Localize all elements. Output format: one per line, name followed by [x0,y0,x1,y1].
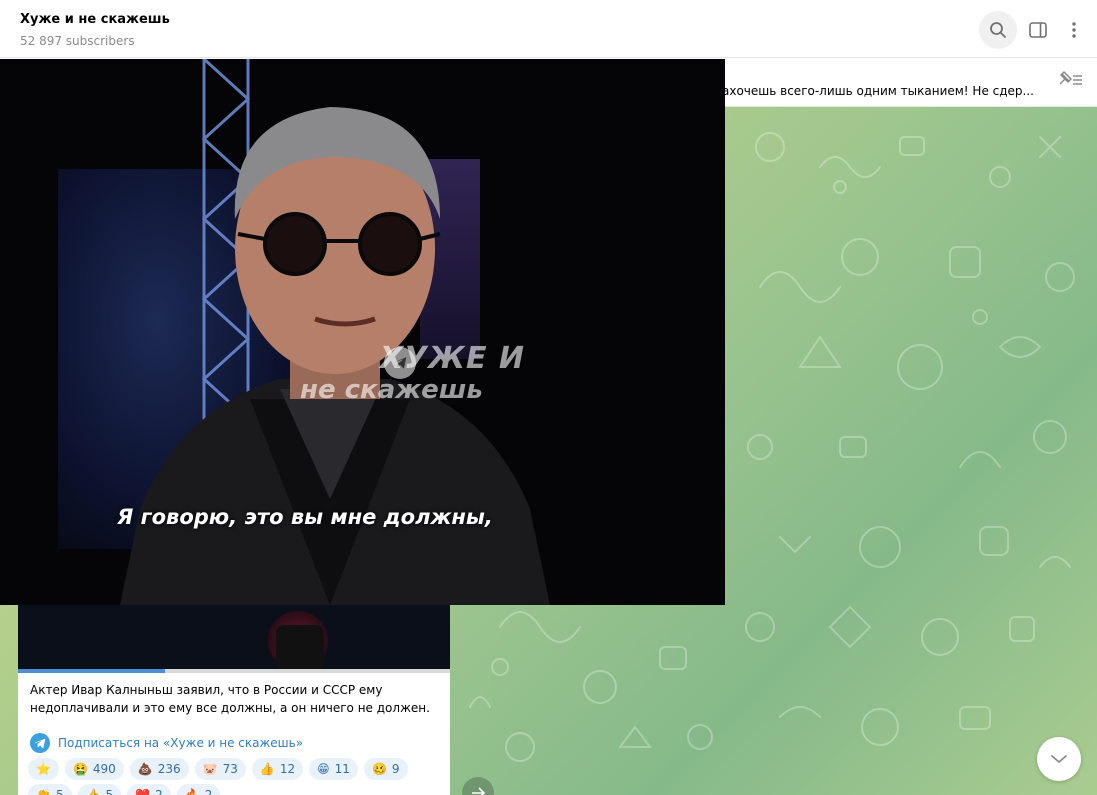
video-progress-bar[interactable] [18,669,450,673]
reaction-pill[interactable]: 😁 11 [309,758,358,780]
more-vertical-icon [1072,22,1076,38]
reaction-count: 11 [334,762,350,776]
more-button[interactable] [1055,11,1093,49]
message-text: Актер Ивар Калныньш заявил, что в России… [30,683,430,715]
reaction-count: 2 [204,788,213,795]
subscriber-count: 52 897 subscribers [20,34,135,48]
reaction-pill[interactable]: 💩 236 [129,758,189,780]
pinned-message-text[interactable]: ахочешь всего-лишь одним тыканием! Не сд… [722,84,1034,98]
reaction-pill[interactable]: 🔥 2 [176,784,221,795]
subscribe-link[interactable]: Подписаться на «Хуже и не скажешь» [30,733,303,753]
reactions-bar: ⭐ 🤮 490 💩 236 🐷 73 👍 12 😁 11 🥴 9 👏 5 👍 5 ❤️ 2 🔥 2 [28,758,448,795]
reaction-count: 2 [155,788,163,795]
reaction-count: 9 [391,762,400,776]
reaction-pill[interactable]: ⭐ [28,758,59,780]
reaction-pill[interactable]: ❤️ 2 [127,784,171,795]
reaction-count: 5 [105,788,114,795]
reaction-emoji: 👍 [85,788,101,795]
sidebar-toggle-button[interactable] [1019,11,1057,49]
reaction-emoji: 🥴 [371,762,387,776]
reaction-pill[interactable]: 🥴 9 [363,758,408,780]
reaction-emoji: ❤️ [135,788,151,795]
channel-watermark: ХУЖЕ И не скажешь [300,341,530,411]
reaction-count: 73 [222,762,238,776]
channel-title[interactable]: Хуже и не скажешь [20,12,170,27]
subscribe-link-text[interactable]: Подписаться на «Хуже и не скажешь» [58,736,303,750]
reaction-emoji: 👍 [259,762,275,776]
reaction-emoji: 💩 [137,762,153,776]
reaction-pill[interactable]: 🤮 490 [64,758,124,780]
reaction-count: 5 [55,788,64,795]
reaction-pill[interactable]: 👍 12 [251,758,304,780]
reaction-emoji: 🔥 [184,788,200,795]
reaction-emoji: 👏 [36,788,51,795]
reaction-emoji: 😁 [317,762,330,776]
message-video-thumbnail[interactable] [18,603,450,671]
reaction-emoji: 🐷 [202,762,218,776]
chat-header: Хуже и не скажешь 52 897 subscribers [0,0,1097,58]
search-button[interactable] [979,11,1017,49]
reaction-emoji: 🤮 [72,762,88,776]
reaction-count: 490 [92,762,116,776]
reaction-pill[interactable]: 👏 5 [28,784,72,795]
pinned-list-icon[interactable] [1056,70,1084,90]
reaction-pill[interactable]: 🐷 73 [194,758,246,780]
reaction-count: 236 [157,762,181,776]
watermark-line-1: ХУЖЕ И [380,341,526,376]
chevron-down-icon [1051,755,1067,763]
forward-icon [472,787,485,795]
message-card[interactable]: Актер Ивар Калныньш заявил, что в России… [18,603,450,795]
telegram-icon [30,733,50,753]
reaction-pill[interactable]: 👍 5 [77,784,122,795]
reaction-emoji: ⭐ [36,762,51,776]
reaction-count: 12 [279,762,296,776]
search-icon [990,22,1006,38]
video-progress-fill [18,669,165,673]
sidebar-toggle-icon [1029,22,1047,38]
thumbnail-stand [276,625,324,671]
video-subtitle: Я говорю, это вы мне должны, [117,505,493,529]
scroll-to-bottom-button[interactable] [1037,737,1081,781]
watermark-line-2: не скажешь [300,375,483,405]
pip-video-player[interactable]: ХУЖЕ И не скажешь Я говорю, это вы мне д… [0,59,725,605]
